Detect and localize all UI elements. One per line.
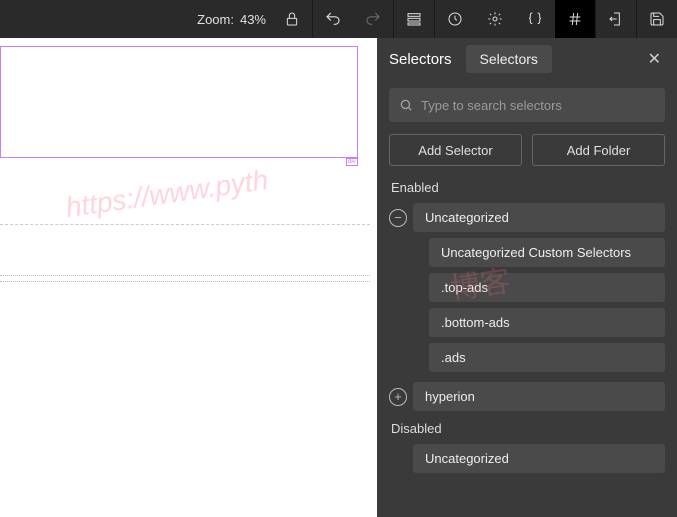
- selector-group-uncategorized[interactable]: Uncategorized: [413, 203, 665, 232]
- guide-line: [0, 275, 370, 276]
- panel-tab-selectors[interactable]: Selectors: [466, 45, 552, 73]
- top-toolbar: Zoom: 43%: [0, 0, 677, 38]
- selection-tag-label: div: [346, 158, 358, 166]
- lock-icon[interactable]: [272, 0, 312, 38]
- guide-line: [0, 281, 370, 282]
- selector-item[interactable]: .ads: [429, 343, 665, 372]
- selector-item[interactable]: .top-ads: [429, 273, 665, 302]
- save-icon[interactable]: [637, 0, 677, 38]
- collapse-icon[interactable]: −: [389, 209, 407, 227]
- hash-icon[interactable]: [555, 0, 595, 38]
- undo-icon[interactable]: [313, 0, 353, 38]
- selector-group-disabled-uncategorized[interactable]: Uncategorized: [413, 444, 665, 473]
- close-icon[interactable]: ✕: [644, 45, 665, 73]
- watermark: https://www.pyth: [64, 164, 270, 224]
- selection-outline: [0, 46, 358, 158]
- layout-icon[interactable]: [394, 0, 434, 38]
- disabled-section-label: Disabled: [391, 421, 665, 436]
- canvas-area[interactable]: div https://www.pyth: [0, 38, 377, 517]
- selectors-panel: Selectors Selectors ✕ Add Selector Add F…: [377, 38, 677, 517]
- export-icon[interactable]: [596, 0, 636, 38]
- braces-icon[interactable]: [515, 0, 555, 38]
- selector-item[interactable]: Uncategorized Custom Selectors: [429, 238, 665, 267]
- panel-header: Selectors Selectors ✕: [377, 38, 677, 80]
- search-input[interactable]: [421, 98, 655, 113]
- add-selector-button[interactable]: Add Selector: [389, 134, 522, 166]
- history-icon[interactable]: [435, 0, 475, 38]
- add-folder-button[interactable]: Add Folder: [532, 134, 665, 166]
- enabled-section-label: Enabled: [391, 180, 665, 195]
- zoom-value: 43%: [240, 12, 266, 27]
- redo-icon[interactable]: [353, 0, 393, 38]
- search-icon: [399, 98, 413, 112]
- guide-line: [0, 224, 370, 225]
- search-box[interactable]: [389, 88, 665, 122]
- expand-icon[interactable]: +: [389, 388, 407, 406]
- gear-icon[interactable]: [475, 0, 515, 38]
- panel-title: Selectors: [389, 51, 452, 68]
- zoom-label: Zoom:: [197, 12, 234, 27]
- selector-item[interactable]: .bottom-ads: [429, 308, 665, 337]
- selector-group-hyperion[interactable]: hyperion: [413, 382, 665, 411]
